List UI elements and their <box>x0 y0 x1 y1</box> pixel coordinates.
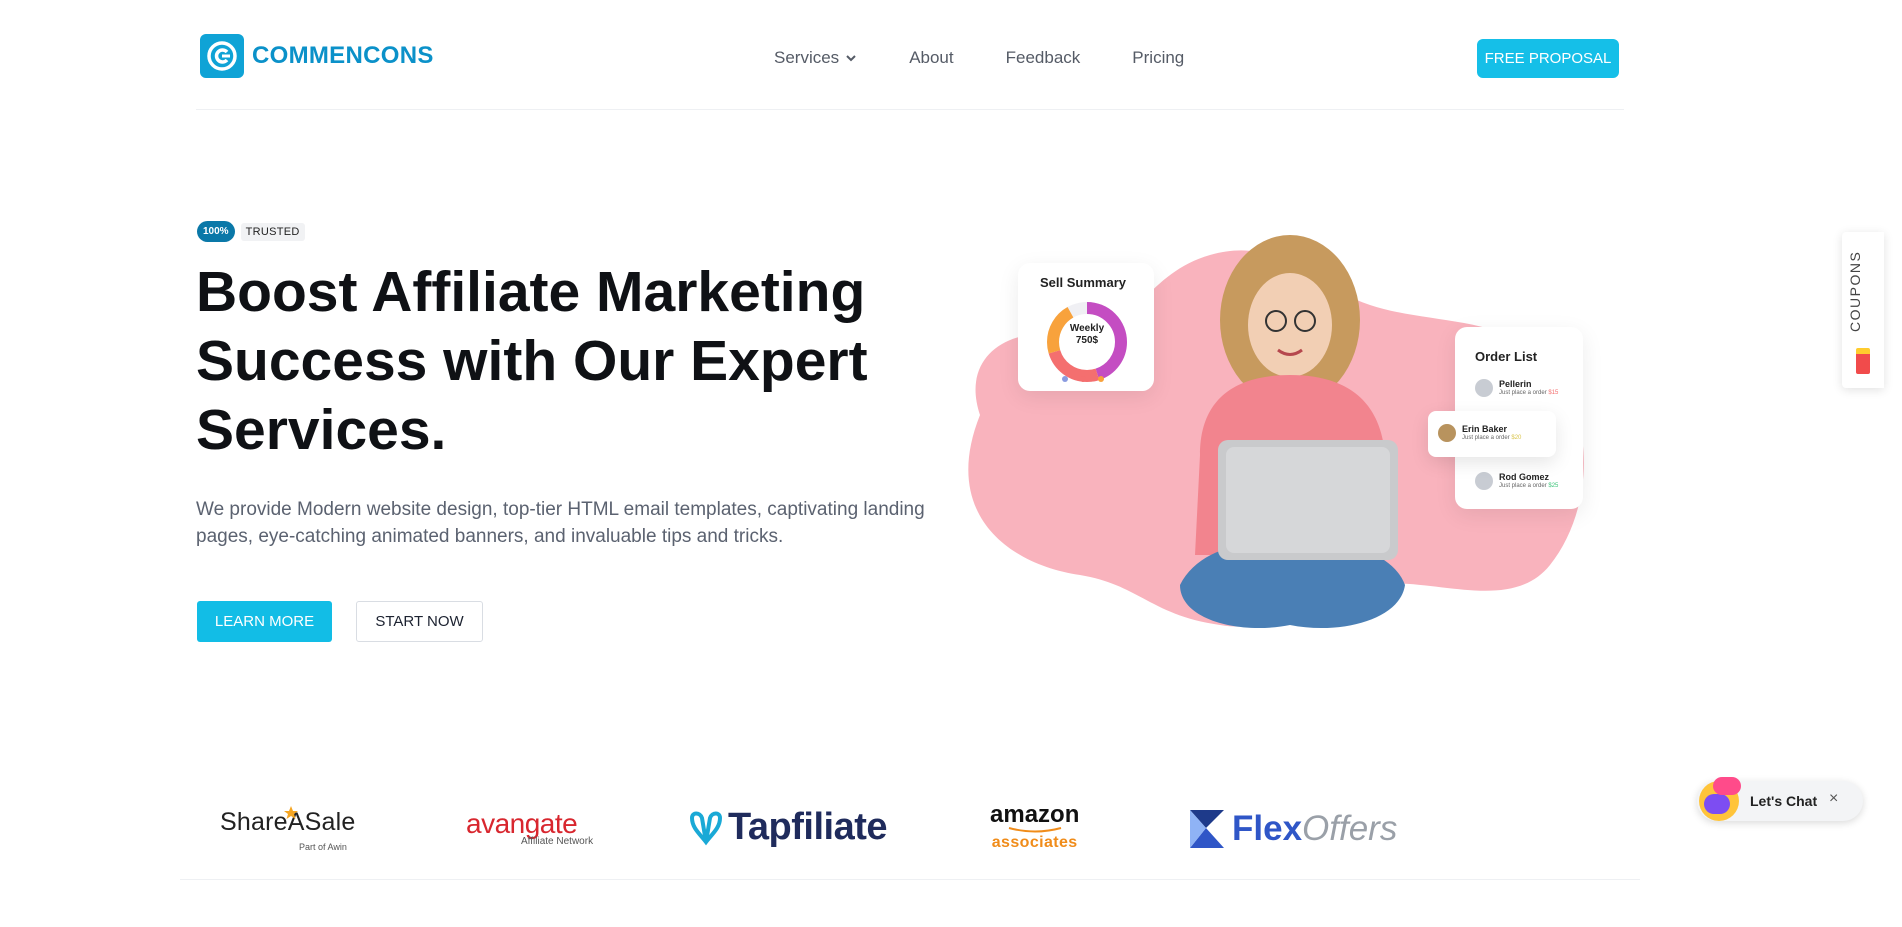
order-row: Pellerin Just place a order $15 <box>1475 379 1558 397</box>
tapfiliate-logo: Tapfiliate <box>686 806 888 849</box>
hero-description: We provide Modern website design, top-ti… <box>196 499 925 547</box>
badge-pill: 100% <box>197 221 235 242</box>
avatar <box>1438 424 1456 442</box>
sell-summary-card: Sell Summary Weekly 750$ <box>1018 263 1154 391</box>
hero-title-line: Boost Affiliate Marketing <box>196 260 866 324</box>
amazon-associates-logo: amazon associates <box>990 803 1079 853</box>
amazon-associates-label: associates <box>991 834 1078 851</box>
chat-bubble-icon <box>1704 794 1730 814</box>
order-sub: Just place a order $15 <box>1499 390 1559 396</box>
learn-more-button[interactable]: LEARN MORE <box>197 601 332 642</box>
nav-item-label: About <box>909 48 954 67</box>
order-name: Rod Gomez <box>1499 472 1550 482</box>
brand-logo-icon <box>200 34 244 78</box>
offers-name: Offers <box>1302 809 1398 848</box>
order-row: Erin Baker Just place a order $20 <box>1438 424 1521 442</box>
woman-with-laptop-illustration <box>1180 235 1405 629</box>
start-now-button[interactable]: START NOW <box>356 601 483 642</box>
trusted-badge: 100% TRUSTED <box>197 221 305 242</box>
nav-item-about[interactable]: About <box>909 48 953 68</box>
order-name: Pellerin <box>1499 379 1532 389</box>
chat-notification-icon <box>1713 777 1741 795</box>
shareasale-sublabel: Part of Awin <box>299 842 347 852</box>
avatar <box>1475 472 1493 490</box>
hero-illustration: Sell Summary Weekly 750$ Order List Pell… <box>950 215 1610 635</box>
chat-avatar-icon <box>1699 777 1741 821</box>
donut-label-value: 750$ <box>1075 335 1099 346</box>
flexoffers-mark-icon <box>1190 810 1224 848</box>
hero-title: Boost Affiliate Marketing Success with O… <box>196 258 896 465</box>
hero-title-line: Services. <box>196 398 447 462</box>
star-icon <box>284 806 298 819</box>
chevron-down-icon <box>846 55 856 62</box>
flexoffers-logo: Flex Offers <box>1188 808 1397 850</box>
amazon-name: amazon <box>990 801 1080 828</box>
legend-dot <box>1062 376 1068 382</box>
order-list-title: Order List <box>1475 349 1538 364</box>
order-sub: Just place a order $25 <box>1499 483 1559 489</box>
nav-item-feedback[interactable]: Feedback <box>1006 48 1081 68</box>
donut-label-line: Weekly <box>1069 323 1105 334</box>
nav-item-label: Services <box>774 48 840 67</box>
partner-logos-strip: ShareASale Part of Awin avangate Affilia… <box>180 800 1640 880</box>
avangate-sublabel: Affiliate Network <box>521 836 594 847</box>
sell-donut-label: Weekly 750$ <box>1061 323 1113 347</box>
tapfiliate-name: Tapfiliate <box>728 806 888 848</box>
chat-label: Let's Chat <box>1750 793 1818 809</box>
order-row-highlighted: Erin Baker Just place a order $20 <box>1428 411 1556 457</box>
avatar <box>1475 379 1493 397</box>
order-row: Rod Gomez Just place a order $25 <box>1475 472 1558 490</box>
nav-item-label: Pricing <box>1132 48 1185 67</box>
badge-text: TRUSTED <box>240 222 305 241</box>
nav-item-services[interactable]: Services <box>774 48 857 68</box>
order-name: Erin Baker <box>1462 424 1508 434</box>
legend-dot <box>1098 376 1104 382</box>
tapfiliate-mark-icon <box>689 811 723 845</box>
legend-dots <box>1062 376 1104 382</box>
nav-item-pricing[interactable]: Pricing <box>1132 48 1184 68</box>
free-proposal-button[interactable]: FREE PROPOSAL <box>1477 39 1619 78</box>
coupons-side-tab[interactable]: COUPONS <box>1842 232 1884 388</box>
site-header: COMMENCONS Services About Feedback Prici… <box>196 0 1624 110</box>
order-sub: Just place a order $20 <box>1462 435 1522 441</box>
flex-name: Flex <box>1232 809 1303 848</box>
nav-item-label: Feedback <box>1005 48 1081 67</box>
legend-dot <box>1080 376 1086 382</box>
brand-logo[interactable]: COMMENCONS <box>200 34 434 78</box>
hero-title-line: Success with Our Expert <box>196 329 868 393</box>
brand-name: COMMENCONS <box>252 42 434 69</box>
coupons-label: COUPONS <box>1847 250 1863 332</box>
main-nav: Services About Feedback Pricing <box>774 48 1184 68</box>
sell-summary-title: Sell Summary <box>1040 275 1126 290</box>
close-icon[interactable]: × <box>1829 790 1838 808</box>
coupon-tag-icon <box>1856 348 1870 374</box>
chat-widget[interactable]: Let's Chat × <box>1697 777 1863 821</box>
